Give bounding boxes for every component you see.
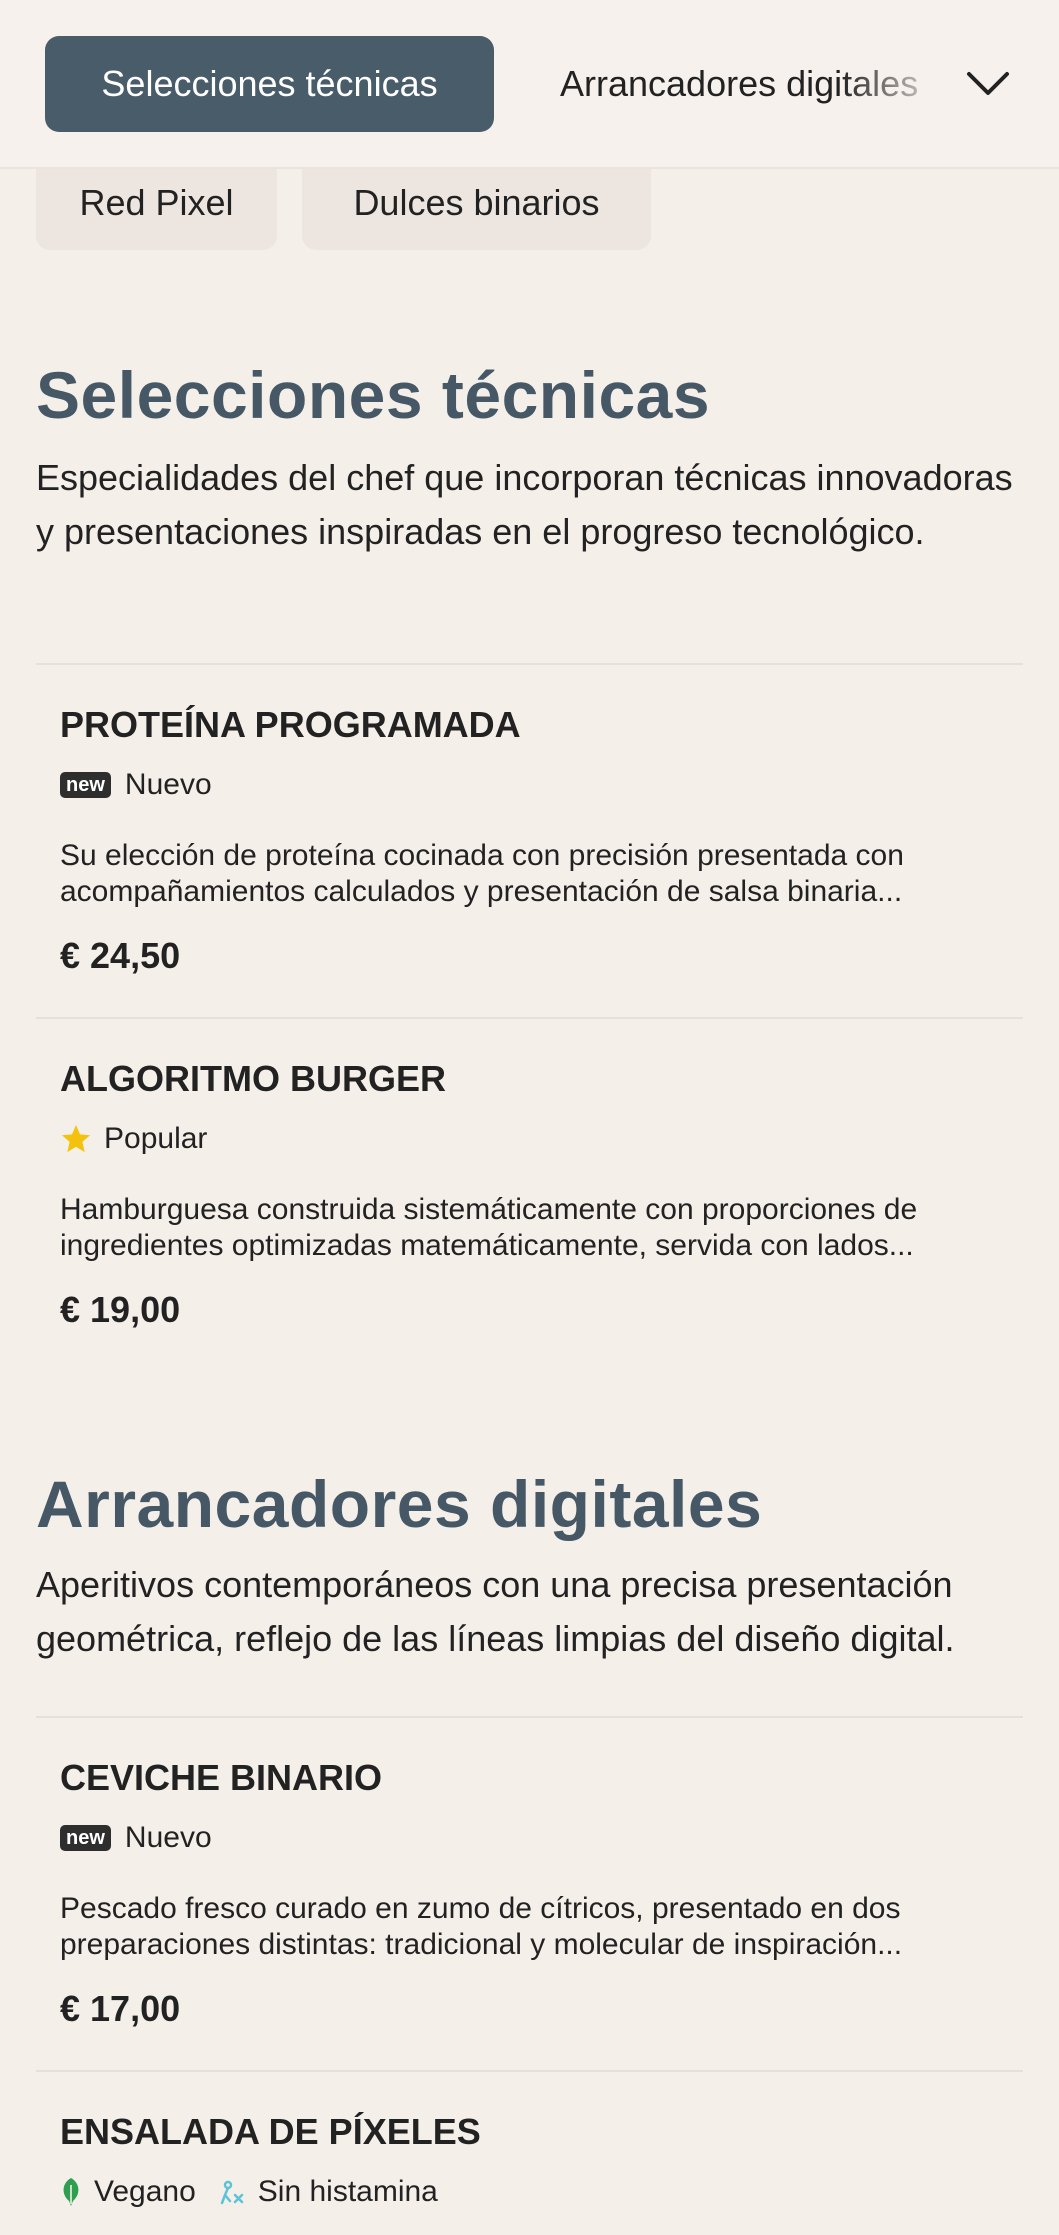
section-title: Arrancadores digitales	[36, 1467, 763, 1541]
new-badge-icon: new	[60, 772, 111, 798]
chip-label: Dulces binarios	[353, 182, 600, 223]
leaf-icon	[60, 2177, 82, 2207]
tag-label: Vegano	[94, 2175, 196, 2208]
item-tags: Vegano Sin histamina	[60, 2172, 438, 2212]
item-name: CEVICHE BINARIO	[60, 1757, 383, 1798]
item-price: € 24,50	[60, 935, 181, 976]
item-description: Su elección de proteína cocinada con pre…	[60, 839, 904, 908]
chip-label: Red Pixel	[79, 182, 234, 223]
section-title: Selecciones técnicas	[36, 358, 711, 432]
tab-arrancadores-digitales[interactable]: Arrancadores digitales	[560, 36, 940, 132]
histamine-free-icon	[216, 2177, 246, 2207]
item-price: € 17,00	[60, 1988, 181, 2029]
expand-categories-button[interactable]	[950, 46, 1026, 122]
item-description: Pescado fresco curado en zumo de cítrico…	[60, 1892, 903, 1961]
chevron-down-icon	[967, 72, 1009, 95]
badge-label: Popular	[104, 1122, 208, 1155]
divider	[36, 663, 1023, 665]
star-icon	[60, 1123, 92, 1155]
divider	[36, 2070, 1023, 2072]
section-description: Aperitivos contemporáneos con una precis…	[36, 1564, 955, 1659]
new-badge-icon: new	[60, 1825, 111, 1851]
divider	[36, 1716, 1023, 1718]
item-name: ALGORITMO BURGER	[60, 1058, 446, 1099]
item-badge: new Nuevo	[60, 1818, 212, 1858]
item-badge: Popular	[60, 1119, 207, 1159]
tag-label: Sin histamina	[257, 2175, 438, 2208]
item-name: PROTEÍNA PROGRAMADA	[60, 704, 521, 745]
section-description: Especialidades del chef que incorporan t…	[36, 457, 1013, 552]
item-badge: new Nuevo	[60, 765, 212, 805]
tab-label: Arrancadores digitales	[560, 63, 919, 104]
category-nav-bar: Selecciones técnicas Arrancadores digita…	[0, 0, 1059, 169]
divider	[36, 1017, 1023, 1019]
tab-label: Selecciones técnicas	[101, 63, 438, 104]
tab-selecciones-tecnicas[interactable]: Selecciones técnicas	[45, 36, 494, 132]
item-description: Hamburguesa construida sistemáticamente …	[60, 1193, 918, 1262]
item-name: ENSALADA DE PÍXELES	[60, 2111, 481, 2152]
item-price: € 19,00	[60, 1289, 181, 1330]
badge-label: Nuevo	[124, 1821, 212, 1854]
badge-label: Nuevo	[124, 768, 212, 801]
